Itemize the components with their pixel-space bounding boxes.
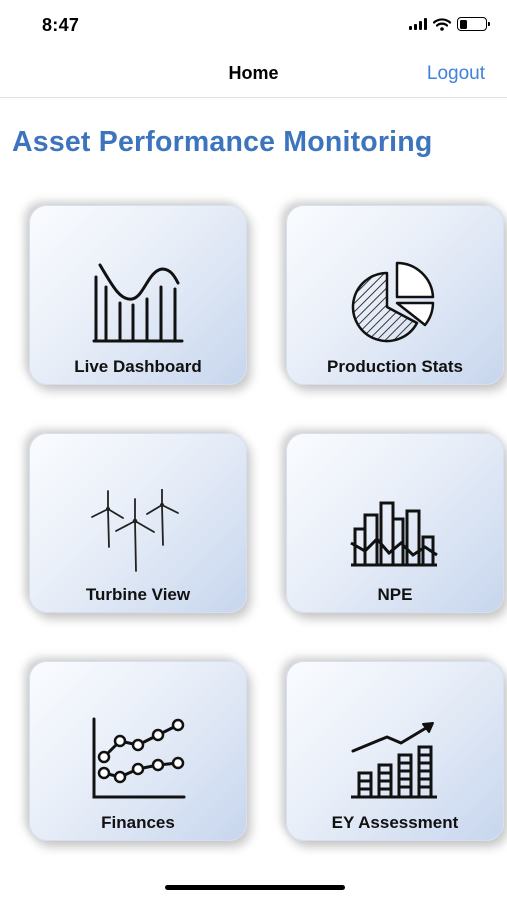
tile-label: Production Stats — [326, 357, 463, 376]
status-time: 8:47 — [42, 15, 80, 35]
wifi-icon — [433, 17, 451, 31]
status-bar: 8:47 — [0, 0, 507, 50]
cellular-signal-icon — [409, 18, 427, 30]
line-graph-icon — [92, 717, 186, 799]
tile-label: Finances — [101, 813, 175, 832]
pie-chart-icon — [351, 261, 435, 343]
bar-line-chart-icon — [350, 501, 438, 567]
tile-label: EY Assessment — [331, 813, 459, 832]
wind-turbines-icon — [91, 489, 179, 572]
tile-turbine-view[interactable]: Turbine View — [29, 433, 247, 613]
tile-finances[interactable]: Finances — [29, 661, 247, 841]
nav-bar: Home Logout — [0, 50, 507, 98]
page-title: Asset Performance Monitoring — [12, 126, 433, 158]
live-dashboard-chart-icon — [92, 263, 184, 343]
tile-ey-assessment[interactable]: EY Assessment — [286, 661, 504, 841]
trend-bar-chart-icon — [351, 722, 437, 799]
status-icons — [409, 17, 490, 31]
battery-icon — [457, 17, 490, 31]
tile-npe[interactable]: NPE — [286, 433, 504, 613]
tile-label: NPE — [377, 585, 413, 604]
tile-production-stats[interactable]: Production Stats — [286, 205, 504, 385]
tile-label: Live Dashboard — [74, 357, 202, 376]
logout-button[interactable]: Logout — [427, 63, 485, 85]
tile-label: Turbine View — [85, 585, 191, 604]
home-indicator[interactable] — [165, 885, 345, 890]
tile-live-dashboard[interactable]: Live Dashboard — [29, 205, 247, 385]
